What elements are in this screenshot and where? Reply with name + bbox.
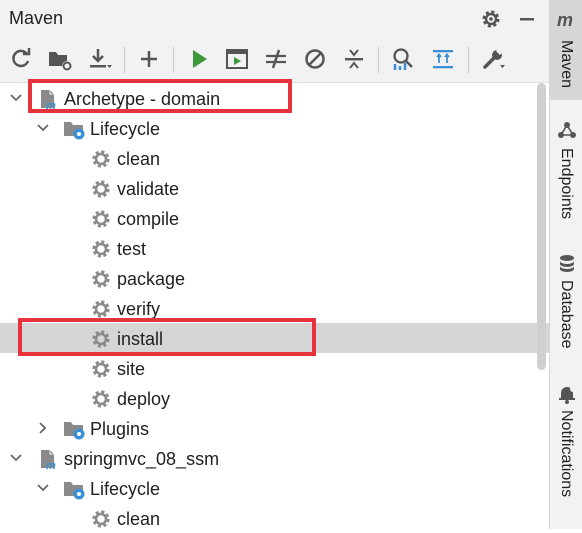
- gear-icon[interactable]: [480, 8, 502, 30]
- goal-test[interactable]: test: [0, 233, 549, 263]
- side-tab-notifications[interactable]: Notifications: [550, 378, 582, 518]
- collapse-all-icon[interactable]: [341, 46, 367, 72]
- toolbar-separator: [468, 47, 469, 73]
- bell-icon: [559, 386, 576, 404]
- gear-icon: [92, 270, 110, 288]
- maven-projects-tree: m Archetype - domain Lifecycle clean val…: [0, 79, 549, 529]
- skip-tests-icon[interactable]: [302, 46, 328, 72]
- side-tab-maven[interactable]: m Maven: [550, 0, 582, 100]
- goal-label: test: [117, 239, 147, 259]
- goal-label: package: [117, 269, 186, 289]
- maven-module-icon: m: [41, 450, 56, 470]
- side-tab-label: Notifications: [558, 410, 575, 498]
- side-tab-database[interactable]: Database: [550, 248, 582, 360]
- goal-label: verify: [117, 299, 161, 319]
- minimize-icon[interactable]: [516, 8, 538, 30]
- download-icon[interactable]: [87, 46, 113, 72]
- gear-icon: [92, 210, 110, 228]
- side-tab-label: Database: [558, 280, 575, 349]
- right-tool-window-bar: m Maven Endpoints Database Notifications: [549, 0, 582, 529]
- wrench-icon[interactable]: [480, 46, 506, 72]
- run-icon[interactable]: [186, 46, 212, 72]
- project-node[interactable]: m springmvc_08_ssm: [0, 443, 549, 473]
- maven-m-icon: m: [557, 10, 573, 30]
- goal-package[interactable]: package: [0, 263, 549, 293]
- gear-icon: [92, 390, 110, 408]
- reload-icon[interactable]: [8, 46, 34, 72]
- gear-icon: [92, 510, 110, 528]
- toolbar-separator: [124, 47, 125, 73]
- lifecycle-node[interactable]: Lifecycle: [0, 113, 549, 143]
- chevron-right-icon[interactable]: [35, 420, 51, 436]
- plugins-label: Plugins: [90, 419, 150, 439]
- add-icon[interactable]: [136, 46, 162, 72]
- lifecycle-folder-icon: [64, 482, 85, 500]
- goal-site[interactable]: site: [0, 353, 549, 383]
- chevron-down-icon[interactable]: [35, 120, 51, 136]
- lifecycle-node[interactable]: Lifecycle: [0, 473, 549, 503]
- tool-window-title: Maven: [9, 8, 64, 28]
- endpoints-icon: [558, 122, 576, 138]
- execute-goal-icon[interactable]: [224, 46, 250, 72]
- goal-clean[interactable]: clean: [0, 143, 549, 173]
- lifecycle-label: Lifecycle: [90, 119, 161, 139]
- goal-label: clean: [117, 149, 161, 169]
- side-tab-label: Maven: [558, 40, 575, 89]
- scrollbar-thumb[interactable]: [537, 83, 546, 370]
- goal-compile[interactable]: compile: [0, 203, 549, 233]
- chevron-down-icon[interactable]: [8, 450, 24, 466]
- svg-text:m: m: [46, 460, 56, 470]
- goal-label: compile: [117, 209, 180, 229]
- goal-validate[interactable]: validate: [0, 173, 549, 203]
- goal-deploy[interactable]: deploy: [0, 383, 549, 413]
- side-tab-label: Endpoints: [558, 148, 575, 220]
- toolbar-separator: [173, 47, 174, 73]
- goal-label: site: [117, 359, 146, 379]
- tool-window-header: Maven: [0, 0, 549, 38]
- chevron-down-icon[interactable]: [8, 90, 24, 106]
- gear-icon: [92, 360, 110, 378]
- chevron-down-icon[interactable]: [35, 480, 51, 496]
- plugins-node[interactable]: Plugins: [0, 413, 549, 443]
- goal-label: deploy: [117, 389, 171, 409]
- gear-icon: [92, 150, 110, 168]
- highlight-box-project: [28, 79, 292, 113]
- maven-tool-window: Maven m Archetype - domain Lifecycle cle…: [0, 0, 549, 529]
- database-icon: [560, 255, 574, 272]
- svg-text:m: m: [557, 10, 573, 30]
- highlight-box-install: [18, 318, 316, 356]
- goal-label: validate: [117, 179, 180, 199]
- generate-sources-icon[interactable]: [47, 46, 73, 72]
- lifecycle-folder-icon: [64, 122, 85, 140]
- project-name: springmvc_08_ssm: [64, 449, 220, 469]
- maven-toolbar: [0, 38, 549, 83]
- goal-label: clean: [117, 509, 161, 529]
- gear-icon: [92, 300, 110, 318]
- plugins-folder-icon: [64, 422, 85, 440]
- lifecycle-label: Lifecycle: [90, 479, 161, 499]
- analyze-dependencies-icon[interactable]: [390, 46, 416, 72]
- gear-icon: [92, 180, 110, 198]
- toolbar-separator: [378, 47, 379, 73]
- side-tab-endpoints[interactable]: Endpoints: [550, 112, 582, 230]
- show-diagram-icon[interactable]: [430, 46, 456, 72]
- gear-icon: [92, 240, 110, 258]
- toggle-offline-icon[interactable]: [263, 46, 289, 72]
